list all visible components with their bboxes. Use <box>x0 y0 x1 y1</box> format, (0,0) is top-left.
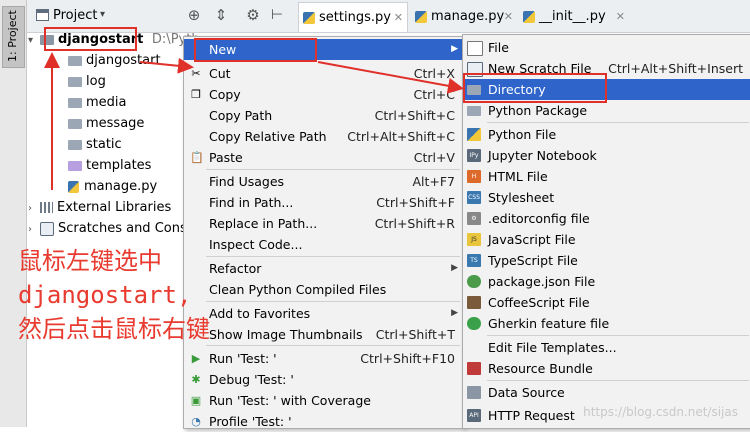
arrow-to-directory <box>317 61 464 94</box>
annotation-line-1: 鼠标左键选中 <box>18 247 162 275</box>
annotation-text: 鼠标左键选中 djangostart, 然后点击鼠标右键 <box>18 244 278 346</box>
annotation-line-3: 然后点击鼠标右键 <box>18 315 210 343</box>
arrow-to-new <box>139 57 194 74</box>
annotation-line-2: djangostart, <box>18 281 192 309</box>
watermark: https://blog.csdn.net/sijas <box>583 405 738 419</box>
annotation-arrows <box>44 52 464 190</box>
